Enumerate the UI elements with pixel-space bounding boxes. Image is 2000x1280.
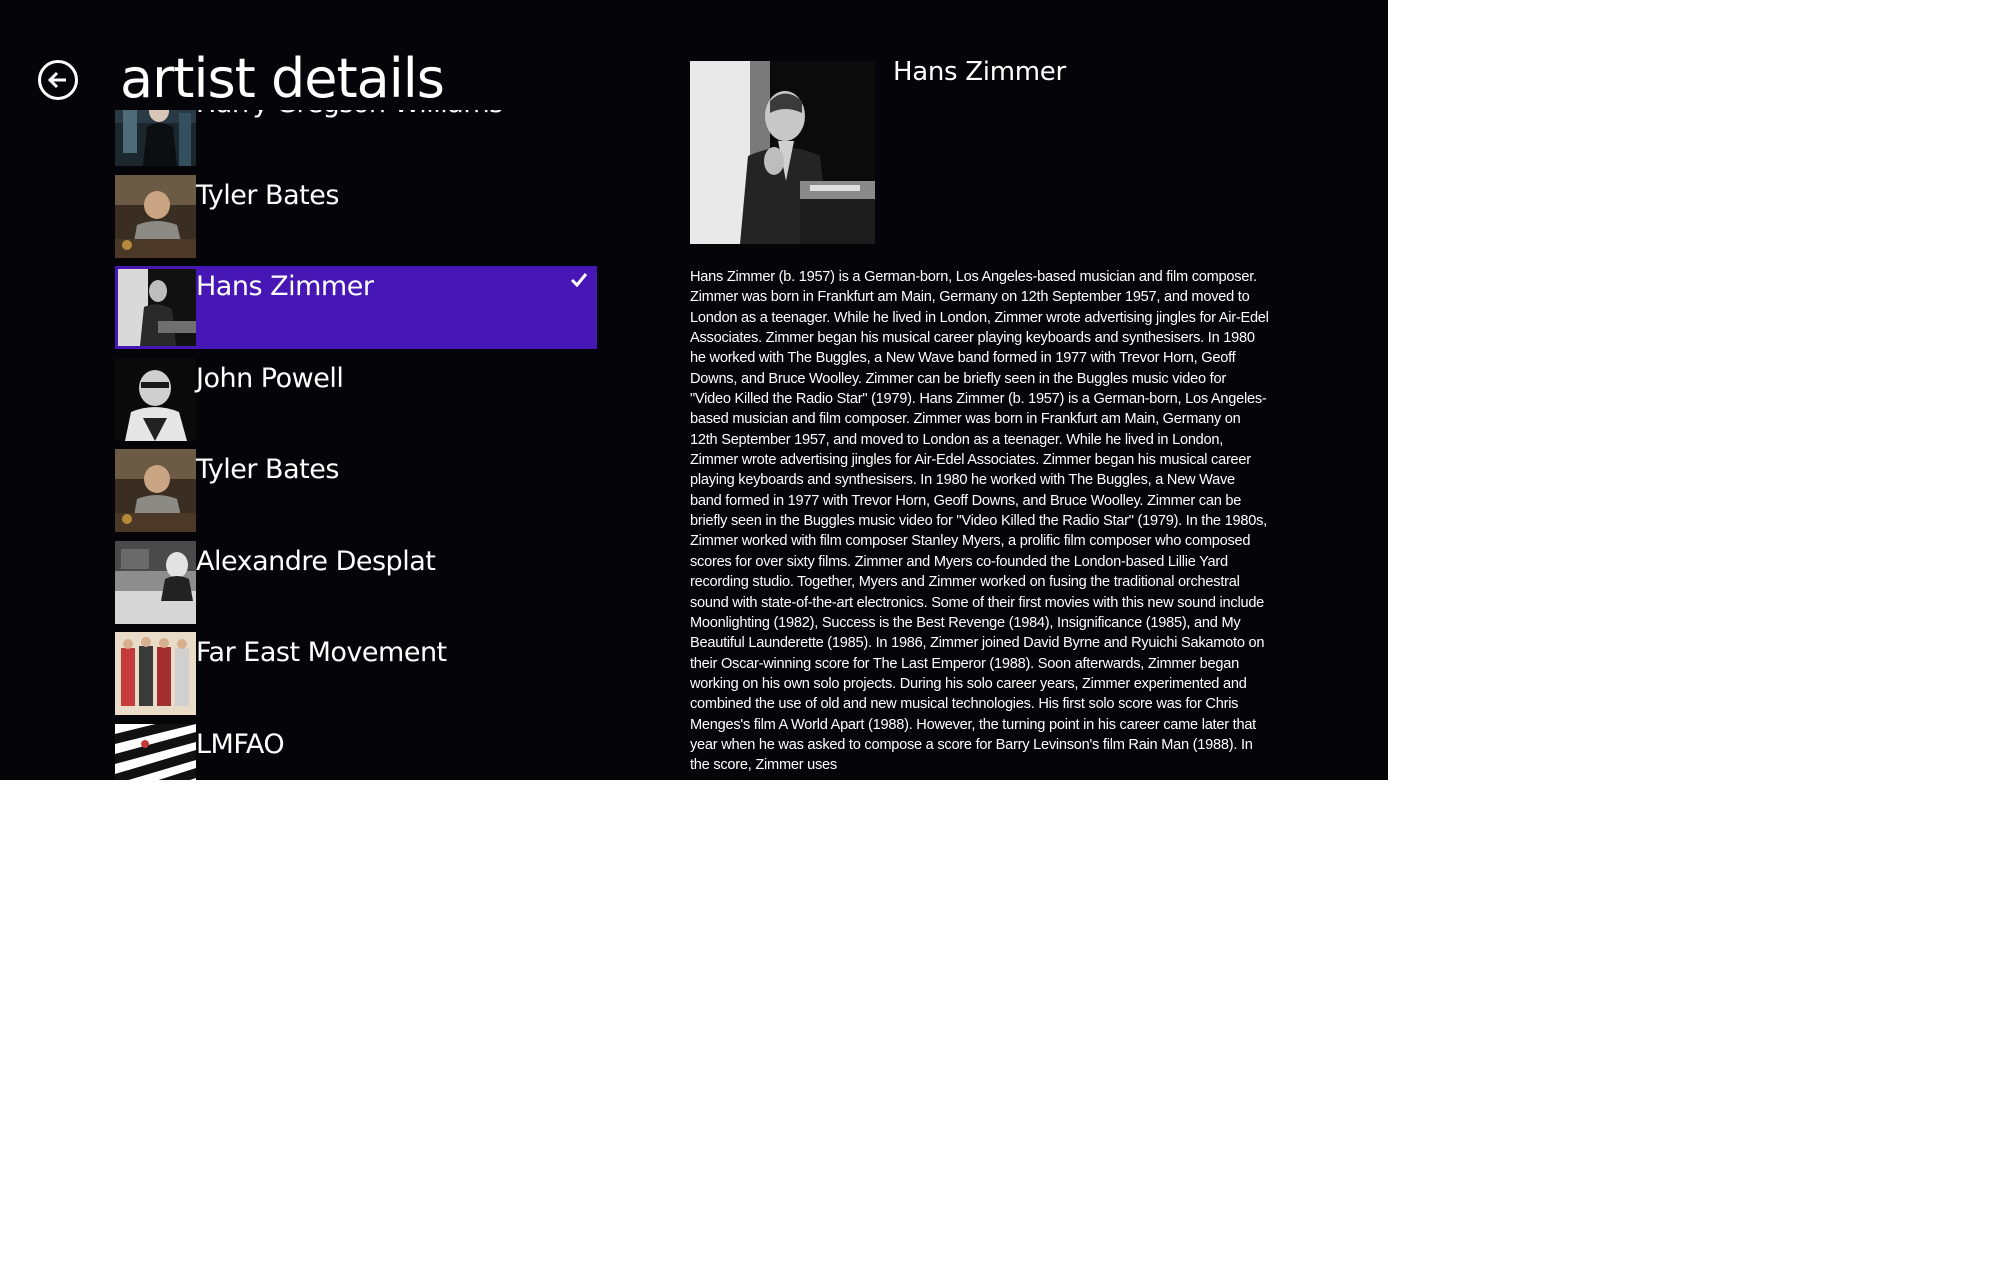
list-item[interactable]: Tyler Bates bbox=[115, 449, 597, 532]
list-item[interactable]: John Powell bbox=[115, 357, 597, 441]
artist-thumbnail bbox=[118, 269, 196, 346]
back-button[interactable] bbox=[38, 60, 78, 100]
artist-thumbnail bbox=[115, 110, 196, 166]
artist-thumbnail bbox=[115, 540, 196, 624]
artist-name: Alexandre Desplat bbox=[196, 545, 436, 577]
artist-name: Hans Zimmer bbox=[196, 271, 374, 302]
artist-name: Tyler Bates bbox=[196, 454, 339, 485]
list-item[interactable]: Far East Movement bbox=[115, 632, 597, 715]
list-item-selected[interactable]: Hans Zimmer bbox=[115, 266, 597, 349]
page-title: artist details bbox=[120, 47, 445, 110]
list-item[interactable]: LMFAO bbox=[115, 723, 597, 780]
artist-detail-name: Hans Zimmer bbox=[893, 57, 1066, 87]
artist-thumbnail bbox=[115, 174, 196, 258]
artist-name: Tyler Bates bbox=[196, 179, 339, 211]
artist-photo bbox=[690, 61, 875, 244]
artist-name: Harry Gregson-Williams bbox=[196, 110, 503, 122]
list-item[interactable]: Tyler Bates bbox=[115, 174, 597, 258]
back-arrow-icon bbox=[47, 71, 66, 89]
app-window: artist details Harry Gregson-Williams bbox=[0, 0, 1388, 780]
artist-thumbnail bbox=[115, 449, 196, 532]
artist-name: John Powell bbox=[196, 362, 344, 394]
artist-thumbnail bbox=[115, 723, 196, 780]
artist-thumbnail bbox=[115, 357, 196, 441]
artist-name: LMFAO bbox=[196, 728, 285, 760]
list-item[interactable]: Harry Gregson-Williams bbox=[115, 110, 597, 166]
artist-thumbnail bbox=[115, 632, 196, 715]
artist-biography: Hans Zimmer (b. 1957) is a German-born, … bbox=[690, 269, 1269, 774]
artist-list[interactable]: Harry Gregson-Williams Tyler Bates bbox=[115, 110, 600, 780]
artist-name: Far East Movement bbox=[196, 637, 447, 668]
list-item[interactable]: Alexandre Desplat bbox=[115, 540, 597, 624]
checkmark-icon bbox=[570, 273, 588, 288]
